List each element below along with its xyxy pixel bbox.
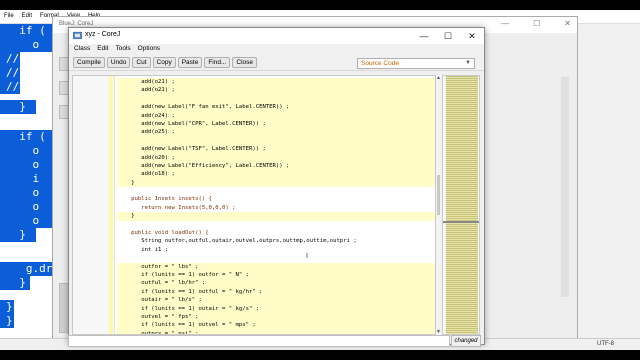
- background-code: if ( o////// } if ( o o i o o o } g.dr }…: [0, 24, 56, 328]
- code-line[interactable]: outfor = " lbs" ;: [117, 262, 435, 271]
- code-line[interactable]: [117, 221, 435, 229]
- menu-class[interactable]: Class: [74, 45, 90, 54]
- chevron-down-icon: ▼: [465, 60, 471, 66]
- background-code-line: //: [0, 52, 20, 66]
- background-menu-item[interactable]: File: [4, 13, 14, 20]
- editor-toolbar: Compile Undo Cut Copy Paste Find... Clos…: [69, 55, 484, 71]
- code-line[interactable]: String outfor,outful,outair,outvel,outpr…: [117, 237, 435, 245]
- background-code-line: }: [0, 228, 36, 242]
- code-line[interactable]: }: [117, 212, 435, 221]
- code-vertical-scrollbar[interactable]: ▲ ▼: [436, 75, 441, 335]
- background-code-line: o: [0, 186, 52, 200]
- code-lines[interactable]: add(o21) ; add(o21) ; add(new Label("F f…: [117, 78, 435, 334]
- scroll-up-icon[interactable]: ▲: [436, 75, 441, 81]
- status-changed-label: changed: [451, 335, 481, 347]
- code-line[interactable]: if (lunits == 1) outair = " kg/s" ;: [117, 304, 435, 313]
- code-line[interactable]: return new Insets(5,0,0,0) ;: [117, 204, 435, 212]
- code-line[interactable]: add(o20) ;: [117, 153, 435, 162]
- copy-button[interactable]: Copy: [152, 57, 176, 68]
- code-line[interactable]: int i1 ;: [117, 246, 435, 254]
- minimize-icon[interactable]: —: [412, 28, 436, 44]
- code-line[interactable]: add(new Label("F fan exit", Label.CENTER…: [117, 103, 435, 112]
- undo-button[interactable]: Undo: [106, 57, 131, 68]
- close-icon[interactable]: ✕: [564, 19, 571, 28]
- background-code-line: }: [0, 100, 36, 114]
- code-line[interactable]: add(o18) ;: [117, 170, 435, 179]
- code-line[interactable]: add(new Label("Efficiency", Label.CENTER…: [117, 161, 435, 171]
- menu-edit[interactable]: Edit: [97, 45, 108, 54]
- code-line[interactable]: }: [117, 178, 435, 188]
- code-line[interactable]: public void loadOut() {: [117, 229, 435, 237]
- code-line[interactable]: if (lunits == 1) outfor = " N" ;: [117, 270, 435, 280]
- desktop-screen: if ( o////// } if ( o o i o o o } g.dr }…: [0, 10, 640, 350]
- close-button[interactable]: Close: [232, 57, 258, 68]
- code-overview-map[interactable]: [442, 75, 480, 335]
- code-line[interactable]: public Insets insets() {: [117, 195, 435, 203]
- view-select[interactable]: Source Code ▼: [357, 58, 475, 69]
- code-line[interactable]: [117, 187, 435, 195]
- background-code-line: o: [0, 158, 52, 172]
- background-code-line: i: [0, 172, 52, 186]
- close-icon[interactable]: ✕: [460, 28, 484, 44]
- background-code-line: if (: [0, 130, 54, 144]
- editor-menubar: Class Edit Tools Options: [69, 44, 484, 55]
- code-line[interactable]: add(new Label("CPR", Label.CENTER)) ;: [117, 119, 435, 129]
- background-code-line: }: [0, 314, 14, 328]
- bluej-app-icon: [73, 31, 82, 40]
- background-code-line: if (: [0, 24, 54, 38]
- background-window-controls[interactable]: — ☐ ✕: [501, 19, 571, 28]
- code-line[interactable]: add(new Label("TSF", Label.CENTER)) ;: [117, 145, 435, 154]
- maximize-icon[interactable]: ☐: [436, 28, 460, 44]
- background-code-line: }: [0, 300, 14, 314]
- background-code-line: }: [0, 276, 30, 290]
- find-button[interactable]: Find...: [204, 57, 231, 68]
- background-scrollbar[interactable]: [561, 77, 569, 297]
- code-line[interactable]: if (lunits == 1) outvel = " mps" ;: [117, 321, 435, 330]
- background-code-line: o: [0, 214, 52, 228]
- text-cursor-icon: I: [306, 253, 308, 260]
- encoding-label: UTF-8: [597, 341, 614, 347]
- overview-lines: [446, 76, 478, 334]
- overview-viewport-marker[interactable]: [443, 221, 479, 223]
- background-code-line: //: [0, 80, 20, 94]
- editor-window: xyz - CoreJ — ☐ ✕ Class Edit Tools Optio…: [68, 27, 485, 345]
- menu-tools[interactable]: Tools: [115, 45, 130, 54]
- paste-button[interactable]: Paste: [177, 57, 203, 68]
- background-code-line: o: [0, 200, 52, 214]
- background-code-line: o: [0, 38, 52, 52]
- code-line[interactable]: [117, 254, 435, 262]
- code-line[interactable]: outvel = " fps" ;: [117, 312, 435, 322]
- message-area: [68, 335, 450, 347]
- scroll-thumb[interactable]: [437, 175, 440, 215]
- code-line[interactable]: add(o21) ;: [117, 86, 435, 95]
- maximize-icon[interactable]: ☐: [533, 19, 540, 28]
- code-line[interactable]: add(o24) ;: [117, 111, 435, 120]
- code-editor[interactable]: add(o21) ; add(o21) ; add(new Label("F f…: [72, 75, 436, 335]
- cut-button[interactable]: Cut: [132, 57, 151, 68]
- code-line[interactable]: add(o25) ;: [117, 128, 435, 137]
- code-line[interactable]: add(o21) ;: [117, 78, 435, 87]
- background-code-line: //: [0, 66, 20, 80]
- code-line[interactable]: [117, 136, 435, 146]
- code-line[interactable]: outair = " lb/s" ;: [117, 296, 435, 305]
- view-select-value: Source Code: [361, 60, 399, 67]
- editor-window-controls: — ☐ ✕: [412, 28, 484, 44]
- background-code-line: g.dr: [0, 262, 56, 276]
- background-code-line: o: [0, 144, 52, 158]
- minimize-icon[interactable]: —: [501, 19, 509, 28]
- code-line[interactable]: if (lunits == 1) outful = " kg/hr" ;: [117, 287, 435, 297]
- compile-button[interactable]: Compile: [73, 57, 105, 68]
- code-line[interactable]: [117, 94, 435, 104]
- background-menu-item[interactable]: Edit: [22, 13, 32, 20]
- code-line[interactable]: outful = " lb/hr" ;: [117, 279, 435, 288]
- menu-options[interactable]: Options: [138, 45, 160, 54]
- editor-titlebar[interactable]: xyz - CoreJ — ☐ ✕: [69, 28, 484, 44]
- scope-highlight: [109, 76, 113, 334]
- editor-title: xyz - CoreJ: [85, 31, 121, 38]
